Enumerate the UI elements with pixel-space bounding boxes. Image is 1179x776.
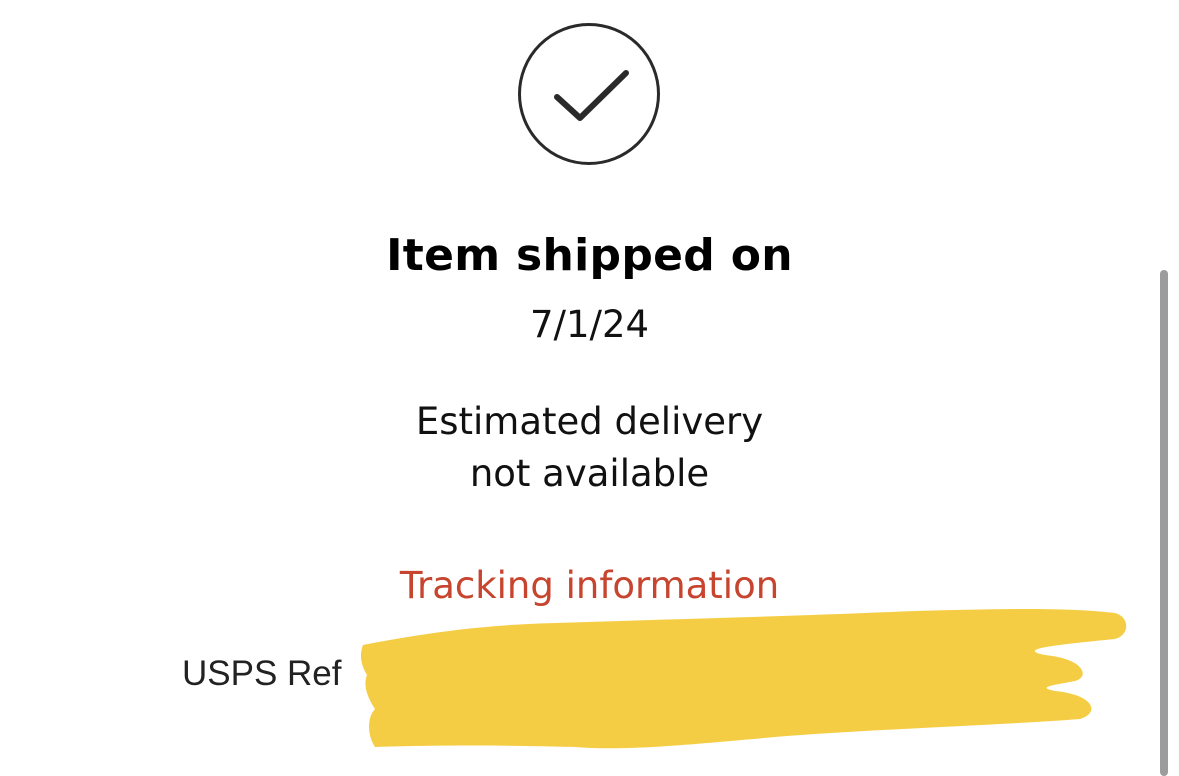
- checkmark-circle-icon: [518, 23, 660, 165]
- checkmark-icon: [554, 70, 629, 121]
- estimated-delivery-line2: not available: [469, 452, 710, 495]
- estimated-delivery-line1: Estimated delivery: [415, 400, 764, 443]
- shipped-date: 7/1/24: [529, 303, 650, 346]
- tracking-information-link[interactable]: Tracking information: [0, 562, 1179, 610]
- shipped-heading: Item shipped on: [386, 230, 793, 281]
- redaction-scribble: [360, 609, 1127, 749]
- scrollbar-thumb[interactable]: [1160, 270, 1168, 776]
- estimated-delivery-text: Estimated delivery not available: [0, 396, 1179, 500]
- carrier-reference-label: USPS Ref: [182, 654, 342, 693]
